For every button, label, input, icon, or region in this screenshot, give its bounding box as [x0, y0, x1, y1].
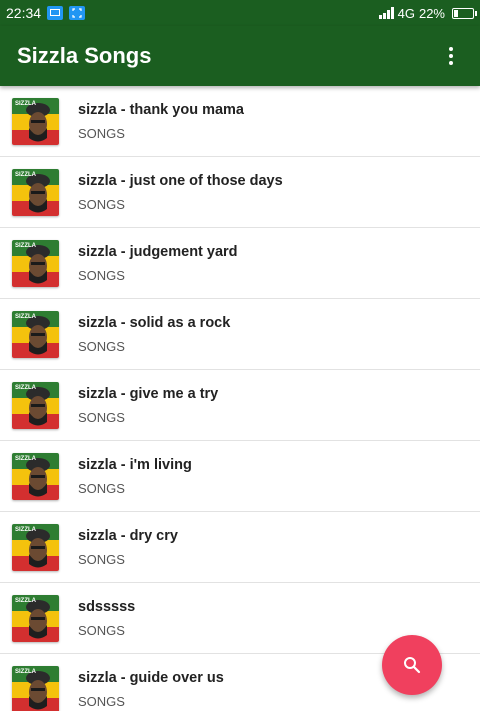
- song-category: SONGS: [78, 622, 125, 638]
- song-category: SONGS: [78, 409, 125, 425]
- song-category: SONGS: [78, 125, 125, 141]
- album-art-thumbnail: SIZZLA: [12, 523, 59, 571]
- signal-icon: [378, 7, 394, 19]
- album-art-thumbnail: SIZZLA: [12, 239, 59, 287]
- album-art-thumbnail: SIZZLA: [12, 168, 59, 216]
- thumbnail-label: SIZZLA: [15, 172, 37, 178]
- thumbnail-label: SIZZLA: [15, 101, 37, 107]
- status-bar: 22:34 4G 22%: [0, 0, 480, 26]
- thumbnail-label: SIZZLA: [15, 385, 37, 391]
- song-title: sizzla - guide over us: [78, 669, 224, 686]
- thumbnail-label: SIZZLA: [15, 669, 37, 675]
- thumbnail-label: SIZZLA: [15, 527, 37, 533]
- song-list-item[interactable]: SIZZLA sizzla - solid as a rock SONGS: [0, 299, 480, 370]
- song-title: sizzla - solid as a rock: [78, 314, 231, 331]
- thumbnail-label: SIZZLA: [15, 314, 37, 320]
- album-art-thumbnail: SIZZLA: [12, 97, 59, 145]
- song-category: SONGS: [78, 196, 125, 212]
- battery-percent: 22%: [418, 5, 445, 21]
- song-list-item[interactable]: SIZZLA sizzla - thank you mama SONGS: [0, 86, 480, 157]
- battery-icon: [452, 7, 477, 19]
- song-list-item[interactable]: SIZZLA sizzla - just one of those days SON…: [0, 157, 480, 228]
- thumbnail-label: SIZZLA: [15, 243, 37, 249]
- song-title: sizzla - give me a try: [78, 385, 219, 402]
- thumbnail-label: SIZZLA: [15, 456, 37, 462]
- more-vert-icon[interactable]: [439, 41, 463, 71]
- message-icon: [47, 6, 64, 20]
- song-list-item[interactable]: SIZZLA sizzla - i'm living SONGS: [0, 441, 480, 512]
- song-category: SONGS: [78, 551, 125, 567]
- network-type: 4G: [397, 5, 415, 21]
- song-list-item[interactable]: SIZZLA sizzla - dry cry SONGS: [0, 512, 480, 583]
- song-list: SIZZLA sizzla - thank you mama SONGS SIZZLA…: [0, 86, 480, 711]
- album-art-thumbnail: SIZZLA: [12, 381, 59, 429]
- song-title: sizzla - dry cry: [78, 527, 178, 544]
- search-fab-button[interactable]: [382, 635, 442, 695]
- song-category: SONGS: [78, 338, 125, 354]
- song-title: sizzla - judgement yard: [78, 243, 238, 260]
- thumbnail-label: SIZZLA: [15, 598, 37, 604]
- song-list-item[interactable]: SIZZLA sizzla - judgement yard SONGS: [0, 228, 480, 299]
- album-art-thumbnail: SIZZLA: [12, 310, 59, 358]
- song-category: SONGS: [78, 693, 125, 709]
- song-category: SONGS: [78, 480, 125, 496]
- app-bar: Sizzla Songs: [0, 26, 480, 86]
- song-category: SONGS: [78, 267, 125, 283]
- song-title: sdsssss: [78, 598, 136, 615]
- status-time: 22:34: [6, 5, 42, 21]
- album-art-thumbnail: SIZZLA: [12, 452, 59, 500]
- search-icon: [404, 657, 421, 674]
- album-art-thumbnail: SIZZLA: [12, 665, 59, 711]
- app-title: Sizzla Songs: [17, 43, 152, 68]
- song-title: sizzla - i'm living: [78, 456, 192, 473]
- song-title: sizzla - just one of those days: [78, 172, 283, 189]
- song-title: sizzla - thank you mama: [78, 101, 244, 118]
- album-art-thumbnail: SIZZLA: [12, 594, 59, 642]
- screenshot-icon: [69, 6, 86, 20]
- song-list-item[interactable]: SIZZLA sizzla - give me a try SONGS: [0, 370, 480, 441]
